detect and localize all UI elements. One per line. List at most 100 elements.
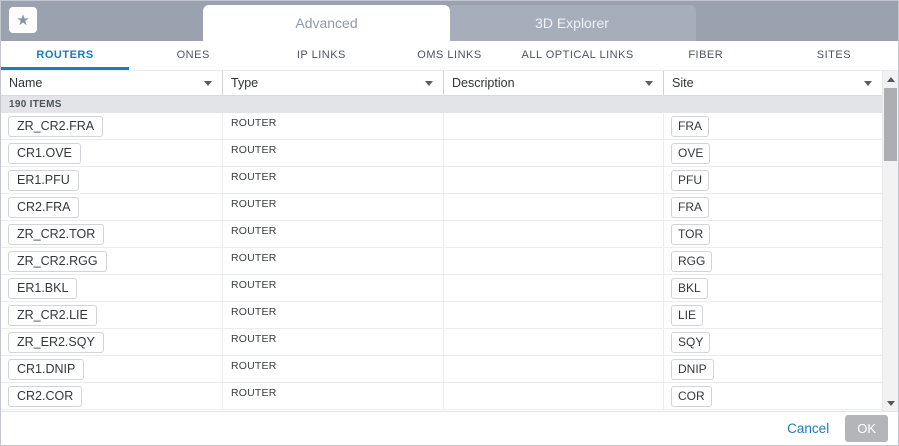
table-header: Name Type Description Site (1, 71, 882, 96)
top-bar: 3D Explorer Advanced ★ (1, 1, 898, 41)
site-chip[interactable]: LIE (671, 304, 704, 326)
name-chip[interactable]: ER1.BKL (8, 277, 78, 299)
chevron-down-icon[interactable] (864, 80, 872, 86)
chevron-down-icon[interactable] (425, 80, 433, 86)
dialog-footer: Cancel OK (1, 411, 898, 445)
description-cell (444, 194, 664, 220)
site-chip[interactable]: BKL (671, 277, 708, 299)
description-cell (444, 248, 664, 274)
table-row[interactable]: ZR_CR2.LIE ROUTER LIE (1, 302, 882, 329)
table-body: ZR_CR2.FRA ROUTER FRA CR1.OVE ROUTER OVE… (1, 113, 882, 410)
table-row[interactable]: CR1.DNIP ROUTER DNIP (1, 356, 882, 383)
name-cell: ER1.PFU (1, 167, 223, 193)
items-count-row: 190 ITEMS (1, 96, 882, 113)
name-cell: CR2.FRA (1, 194, 223, 220)
name-chip[interactable]: ZR_CR2.RGG (8, 250, 107, 272)
favorites-button[interactable]: ★ (9, 7, 37, 33)
type-cell: ROUTER (223, 221, 444, 247)
description-cell (444, 113, 664, 139)
tab-ip-links[interactable]: IP LINKS (257, 41, 385, 70)
cancel-button[interactable]: Cancel (787, 421, 829, 436)
site-cell: PFU (664, 167, 882, 193)
chevron-down-icon[interactable] (645, 80, 653, 86)
site-chip[interactable]: DNIP (671, 358, 714, 380)
name-chip[interactable]: CR1.DNIP (8, 358, 85, 380)
name-chip[interactable]: CR2.COR (8, 385, 83, 407)
description-cell (444, 356, 664, 382)
site-chip[interactable]: FRA (671, 115, 709, 137)
table-row[interactable]: ZR_CR2.RGG ROUTER RGG (1, 248, 882, 275)
name-cell: ZR_CR2.FRA (1, 113, 223, 139)
site-chip[interactable]: RGG (671, 250, 713, 272)
tab-3d-explorer[interactable]: 3D Explorer (448, 5, 696, 41)
name-chip[interactable]: ZR_CR2.FRA (8, 115, 104, 137)
column-header-name[interactable]: Name (1, 71, 223, 95)
site-cell: DNIP (664, 356, 882, 382)
table-row[interactable]: ZR_CR2.TOR ROUTER TOR (1, 221, 882, 248)
site-chip[interactable]: PFU (671, 169, 709, 191)
site-cell: TOR (664, 221, 882, 247)
column-label: Description (452, 76, 515, 90)
table-row[interactable]: ZR_CR2.FRA ROUTER FRA (1, 113, 882, 140)
tab-advanced[interactable]: Advanced (203, 5, 450, 41)
name-cell: ZR_ER2.SQY (1, 329, 223, 355)
category-tab-bar: ROUTERS ONES IP LINKS OMS LINKS ALL OPTI… (1, 41, 898, 71)
explorer-dialog: 3D Explorer Advanced ★ ROUTERS ONES IP L… (0, 0, 899, 446)
site-cell: BKL (664, 275, 882, 301)
column-header-description[interactable]: Description (444, 71, 664, 95)
table-row[interactable]: ZR_ER2.SQY ROUTER SQY (1, 329, 882, 356)
site-chip[interactable]: COR (671, 385, 712, 407)
tab-all-optical-links[interactable]: ALL OPTICAL LINKS (514, 41, 642, 70)
type-cell: ROUTER (223, 302, 444, 328)
name-cell: ZR_CR2.RGG (1, 248, 223, 274)
table-row[interactable]: ER1.PFU ROUTER PFU (1, 167, 882, 194)
description-cell (444, 221, 664, 247)
name-chip[interactable]: CR2.FRA (8, 196, 80, 218)
name-cell: ZR_CR2.LIE (1, 302, 223, 328)
triangle-up-icon (887, 76, 895, 82)
scroll-up-button[interactable] (883, 71, 898, 87)
name-chip[interactable]: ZR_ER2.SQY (8, 331, 104, 353)
site-cell: RGG (664, 248, 882, 274)
name-cell: ER1.BKL (1, 275, 223, 301)
triangle-down-icon (887, 400, 895, 406)
name-chip[interactable]: ER1.PFU (8, 169, 79, 191)
tab-sites[interactable]: SITES (770, 41, 898, 70)
table-row[interactable]: ER1.BKL ROUTER BKL (1, 275, 882, 302)
description-cell (444, 329, 664, 355)
ok-button[interactable]: OK (845, 415, 888, 442)
site-cell: FRA (664, 113, 882, 139)
tab-oms-links[interactable]: OMS LINKS (385, 41, 513, 70)
type-cell: ROUTER (223, 329, 444, 355)
table-row[interactable]: CR1.OVE ROUTER OVE (1, 140, 882, 167)
scroll-down-button[interactable] (883, 395, 898, 411)
table-row[interactable]: CR2.FRA ROUTER FRA (1, 194, 882, 221)
chevron-down-icon[interactable] (204, 80, 212, 86)
vertical-scrollbar[interactable] (882, 71, 898, 411)
type-cell: ROUTER (223, 194, 444, 220)
site-chip[interactable]: TOR (671, 223, 711, 245)
tab-fiber[interactable]: FIBER (642, 41, 770, 70)
name-cell: CR1.OVE (1, 140, 223, 166)
column-label: Site (672, 76, 694, 90)
column-header-type[interactable]: Type (223, 71, 444, 95)
name-chip[interactable]: CR1.OVE (8, 142, 81, 164)
site-cell: COR (664, 383, 882, 409)
site-cell: SQY (664, 329, 882, 355)
description-cell (444, 140, 664, 166)
tab-routers[interactable]: ROUTERS (1, 41, 130, 70)
type-cell: ROUTER (223, 383, 444, 409)
site-chip[interactable]: OVE (671, 142, 711, 164)
name-chip[interactable]: ZR_CR2.TOR (8, 223, 105, 245)
site-chip[interactable]: SQY (671, 331, 711, 353)
column-header-site[interactable]: Site (664, 71, 882, 95)
site-cell: FRA (664, 194, 882, 220)
type-cell: ROUTER (223, 248, 444, 274)
name-chip[interactable]: ZR_CR2.LIE (8, 304, 97, 326)
tab-ones[interactable]: ONES (129, 41, 257, 70)
type-cell: ROUTER (223, 140, 444, 166)
site-chip[interactable]: FRA (671, 196, 709, 218)
type-cell: ROUTER (223, 167, 444, 193)
table-row[interactable]: CR2.COR ROUTER COR (1, 383, 882, 410)
scrollbar-thumb[interactable] (884, 88, 897, 161)
